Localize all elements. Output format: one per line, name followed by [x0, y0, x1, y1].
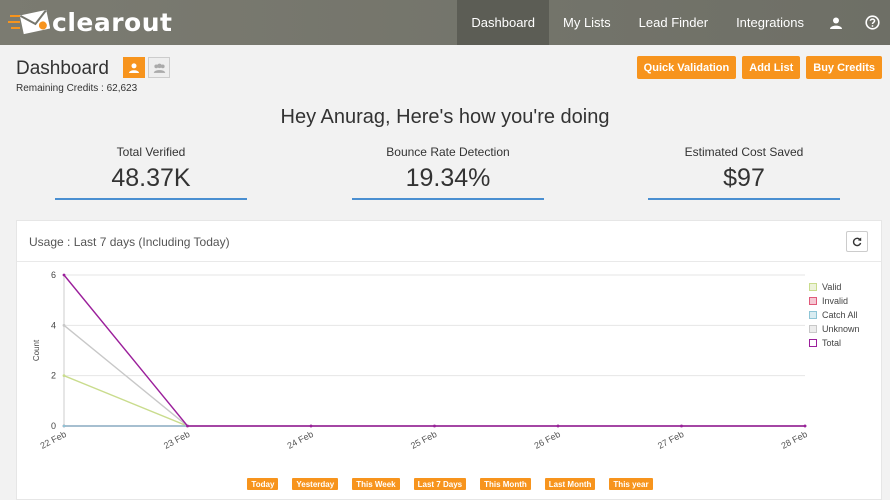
- stat-label: Total Verified: [116, 145, 186, 159]
- help-button[interactable]: [854, 0, 890, 45]
- usage-panel-header: Usage : Last 7 days (Including Today): [17, 221, 881, 262]
- x-tick-label: 28 Feb: [779, 429, 808, 451]
- x-tick-label: 22 Feb: [38, 429, 67, 451]
- stat-total-verified: Total Verified 48.37K: [55, 145, 247, 200]
- data-point: [62, 323, 66, 327]
- nav-my-lists[interactable]: My Lists: [549, 0, 625, 45]
- quick-validation-button[interactable]: Quick Validation: [636, 56, 737, 79]
- legend-swatch: [809, 297, 817, 305]
- range-button-last-7-days[interactable]: Last 7 Days: [413, 478, 467, 490]
- stat-label: Bounce Rate Detection: [386, 145, 510, 159]
- stat-label: Estimated Cost Saved: [684, 145, 804, 159]
- usage-title-range: Last 7 days (Including Today): [73, 235, 230, 249]
- clearout-logo[interactable]: clearout: [8, 7, 172, 37]
- top-navbar: clearout Dashboard My Lists Lead Finder …: [0, 0, 890, 45]
- data-point: [309, 424, 313, 428]
- x-tick-label: 25 Feb: [409, 429, 438, 451]
- user-icon: [129, 62, 139, 73]
- view-toggle: [123, 57, 170, 78]
- range-button-this-month[interactable]: This Month: [480, 478, 531, 490]
- individual-view-button[interactable]: [123, 57, 145, 78]
- series-line-total: [63, 274, 805, 427]
- user-icon: [830, 17, 842, 29]
- data-point: [556, 424, 560, 428]
- legend-label: Total: [822, 338, 842, 348]
- usage-title-prefix: Usage :: [29, 235, 71, 249]
- legend-swatch: [809, 339, 817, 347]
- legend-item[interactable]: Valid: [809, 280, 860, 294]
- refresh-button[interactable]: [846, 231, 868, 252]
- main-nav: Dashboard My Lists Lead Finder Integrati…: [457, 0, 890, 45]
- usage-title: Usage : Last 7 days (Including Today): [29, 235, 230, 249]
- x-tick-label: 24 Feb: [285, 429, 314, 451]
- header-actions: Quick Validation Add List Buy Credits: [636, 56, 882, 79]
- legend-swatch: [809, 325, 817, 333]
- buy-credits-button[interactable]: Buy Credits: [806, 56, 882, 79]
- data-point: [680, 424, 683, 428]
- greeting-heading: Hey Anurag, Here's how you're doing: [280, 106, 610, 128]
- data-point: [433, 424, 436, 428]
- legend-item[interactable]: Catch All: [809, 308, 860, 322]
- legend-swatch: [809, 311, 817, 319]
- users-icon: [153, 63, 165, 73]
- legend-label: Valid: [822, 282, 842, 292]
- y-tick-label: 0: [51, 421, 56, 431]
- usage-chart: 0 2 4 6 Count 22 Feb 23 Feb 24 Feb 25 Feb 26 Feb 2…: [32, 270, 809, 451]
- nav-dashboard[interactable]: Dashboard: [457, 0, 549, 45]
- envelope-logo-icon: [8, 7, 51, 37]
- chart-legend: Valid Invalid Catch All Unknown Total: [809, 280, 860, 350]
- nav-lead-finder[interactable]: Lead Finder: [625, 0, 722, 45]
- data-point: [62, 374, 66, 378]
- legend-label: Catch All: [822, 310, 858, 320]
- stat-value: $97: [723, 164, 765, 192]
- x-tick-label: 23 Feb: [162, 429, 191, 451]
- series-line-valid: [63, 375, 805, 427]
- stat-value: 19.34%: [405, 164, 491, 192]
- y-tick-label: 4: [51, 320, 56, 330]
- range-button-yesterday[interactable]: Yesterday: [292, 478, 339, 490]
- legend-item[interactable]: Total: [809, 336, 860, 350]
- team-view-button[interactable]: [148, 57, 170, 78]
- x-tick-label: 27 Feb: [656, 429, 685, 451]
- stat-value: 48.37K: [111, 164, 191, 192]
- data-point: [62, 424, 66, 428]
- stat-underline: [352, 198, 544, 200]
- data-point: [186, 424, 189, 428]
- legend-item[interactable]: Invalid: [809, 294, 860, 308]
- stat-underline: [55, 198, 247, 200]
- user-menu-button[interactable]: [818, 0, 854, 45]
- help-icon: [864, 15, 880, 30]
- range-button-this-week[interactable]: This Week: [352, 478, 400, 490]
- y-tick-label: 6: [51, 270, 56, 280]
- refresh-icon: [852, 237, 862, 246]
- legend-label: Unknown: [822, 324, 860, 334]
- logo-wordmark: clearout: [52, 7, 173, 37]
- range-filter-buttons: Today Yesterday This Week Last 7 Days This M…: [17, 478, 883, 490]
- y-axis-label: Count: [32, 339, 41, 361]
- range-button-last-month[interactable]: Last Month: [544, 478, 596, 490]
- y-tick-label: 2: [51, 371, 56, 381]
- stat-cost-saved: Estimated Cost Saved $97: [648, 145, 840, 200]
- legend-swatch: [809, 283, 817, 291]
- page-title: Dashboard: [16, 58, 109, 79]
- add-list-button[interactable]: Add List: [742, 56, 801, 79]
- x-tick-label: 26 Feb: [532, 429, 561, 451]
- stat-bounce-rate: Bounce Rate Detection 19.34%: [352, 145, 544, 200]
- stat-underline: [648, 198, 840, 200]
- legend-item[interactable]: Unknown: [809, 322, 860, 336]
- remaining-credits: Remaining Credits : 62,623: [16, 83, 138, 94]
- usage-panel: Usage : Last 7 days (Including Today) 02…: [16, 220, 882, 500]
- data-point: [803, 424, 807, 428]
- range-button-this-year[interactable]: This year: [609, 478, 653, 490]
- legend-label: Invalid: [822, 296, 849, 306]
- range-button-today[interactable]: Today: [247, 478, 279, 490]
- nav-integrations[interactable]: Integrations: [722, 0, 818, 45]
- data-point: [62, 273, 66, 277]
